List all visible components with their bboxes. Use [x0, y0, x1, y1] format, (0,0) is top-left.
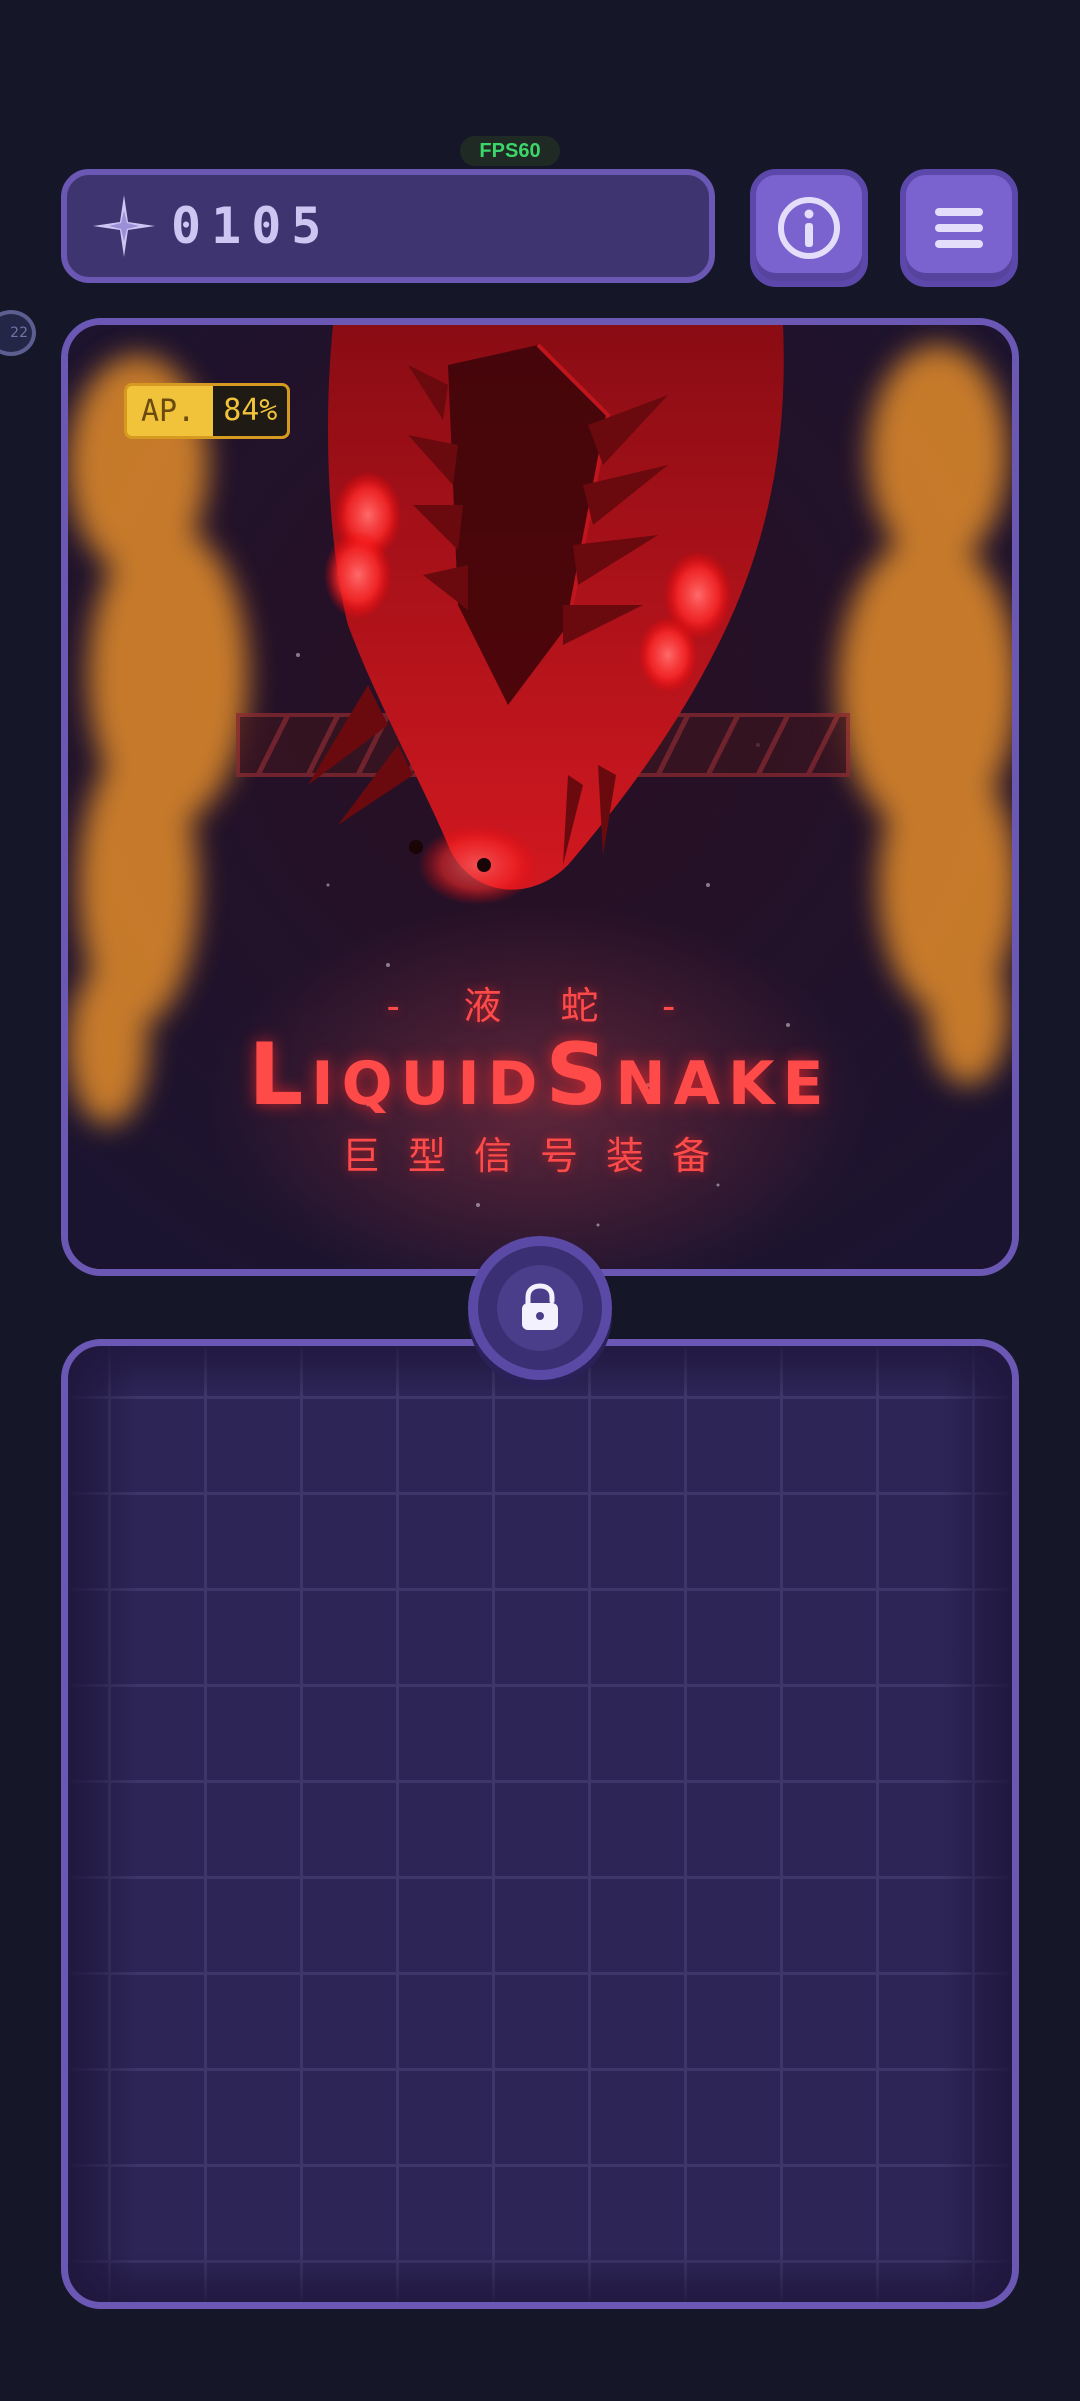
score-value: 0105	[171, 197, 332, 255]
card-subtitle-top: - 液 蛇 -	[381, 984, 699, 1028]
card-subtitle-bottom: 巨型信号装备	[341, 1134, 738, 1178]
lock-toggle-button[interactable]	[468, 1236, 612, 1380]
hamburger-menu-icon	[935, 208, 983, 248]
ap-value: 84%	[213, 386, 288, 436]
card-title: LiquidSnake	[248, 1025, 832, 1125]
lock-button-face	[497, 1265, 583, 1351]
score-panel: 0105	[61, 169, 715, 283]
fps-counter: FPS60	[460, 136, 560, 166]
info-button[interactable]	[750, 169, 868, 287]
unlocked-padlock-icon	[522, 1283, 558, 1330]
ap-label: AP.	[141, 393, 196, 429]
menu-button[interactable]	[900, 169, 1018, 287]
card-artwork: AP. 84% - 液 蛇 - LiquidSnake 巨型信号装备	[61, 318, 1019, 1276]
compass-star-icon	[93, 195, 155, 257]
ap-badge: AP. 84%	[124, 383, 291, 439]
info-icon	[778, 197, 840, 259]
game-grid-board[interactable]	[61, 1339, 1019, 2309]
side-indicator[interactable]: 22	[0, 310, 36, 356]
